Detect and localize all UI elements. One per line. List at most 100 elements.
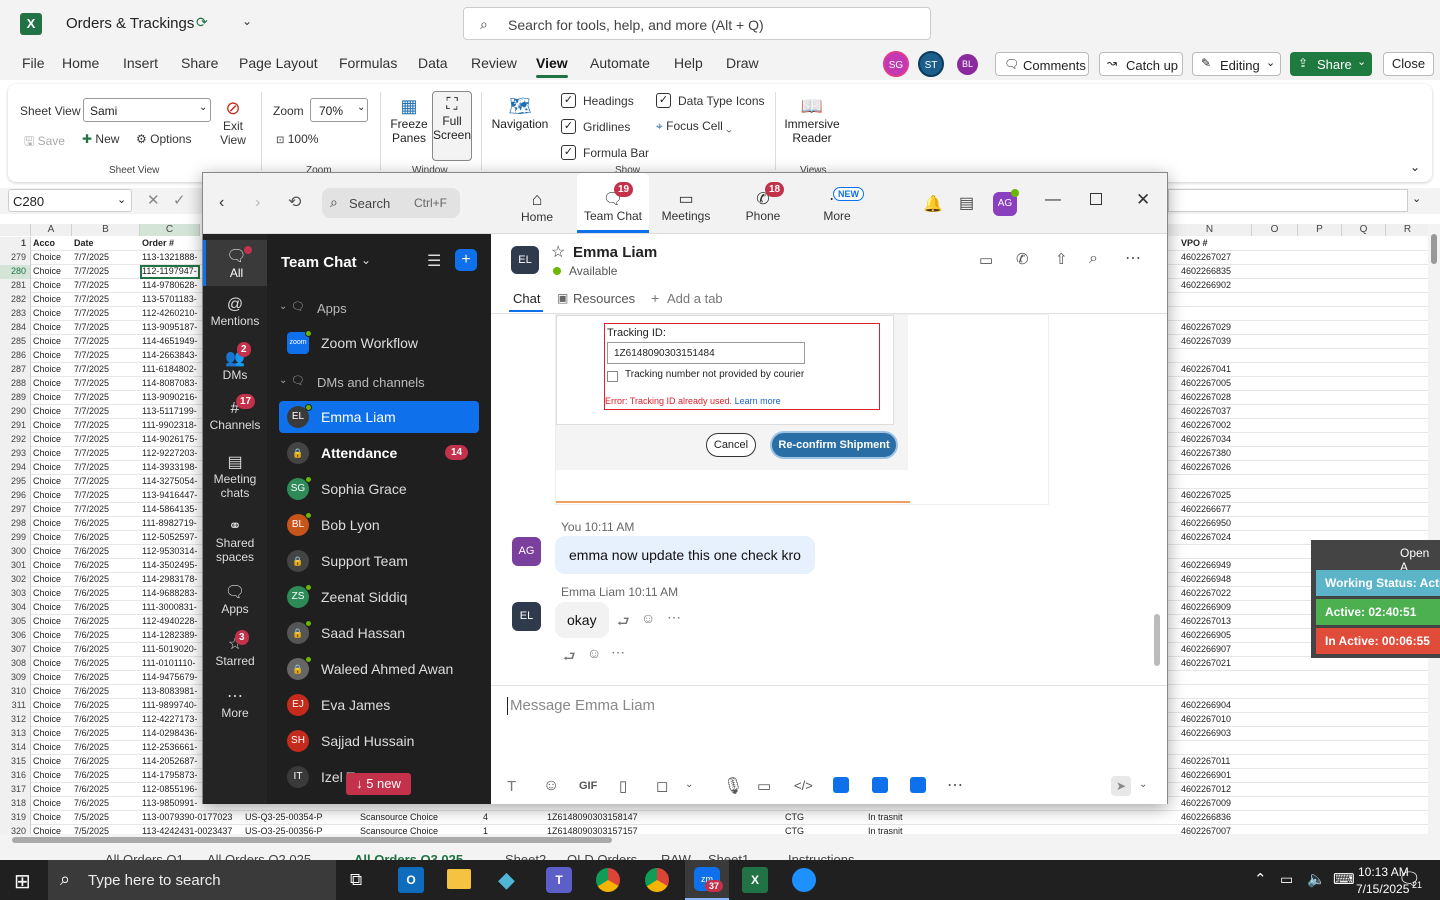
- row-number[interactable]: 292: [0, 433, 31, 447]
- table-cell[interactable]: 114-2663843-: [142, 349, 200, 362]
- table-cell[interactable]: 4602267002: [1181, 419, 1231, 432]
- table-cell[interactable]: Choice: [33, 335, 61, 348]
- table-cell[interactable]: Choice: [33, 293, 61, 306]
- table-cell[interactable]: Choice: [33, 755, 61, 768]
- row-number[interactable]: 291: [0, 419, 31, 433]
- row-number[interactable]: 284: [0, 321, 31, 335]
- gridlines-checkbox[interactable]: ✓: [561, 119, 576, 134]
- vertical-scrollbar[interactable]: [1428, 224, 1440, 836]
- formula-bar-checkbox[interactable]: ✓: [561, 145, 576, 160]
- table-cell[interactable]: 4602267039: [1181, 335, 1231, 348]
- table-cell[interactable]: Choice: [33, 587, 61, 600]
- table-cell[interactable]: 4602266950: [1181, 517, 1231, 530]
- table-cell[interactable]: 111-6184802-: [142, 363, 200, 376]
- contact-item[interactable]: SH Sajjad Hussain: [279, 725, 479, 757]
- rail-item-meeting-chats[interactable]: ▤ Meeting chats: [203, 452, 267, 504]
- table-cell[interactable]: 7/7/2025: [74, 349, 109, 362]
- table-cell[interactable]: 7/6/2025: [74, 783, 109, 796]
- table-cell[interactable]: Choice: [33, 685, 61, 698]
- table-cell[interactable]: 7/6/2025: [74, 601, 109, 614]
- freeze-panes-button[interactable]: ▦ Freeze Panes: [388, 96, 430, 160]
- menu-insert[interactable]: Insert: [123, 55, 158, 71]
- table-cell[interactable]: 111-3000831-: [142, 601, 200, 614]
- table-cell[interactable]: Choice: [33, 811, 61, 824]
- comments-button[interactable]: 🗨 Comments: [995, 52, 1089, 76]
- contact-item[interactable]: EJ Eva James: [279, 689, 479, 721]
- headings-checkbox[interactable]: ✓: [561, 93, 576, 108]
- table-cell[interactable]: Choice: [33, 573, 61, 586]
- table-cell[interactable]: 4602267009: [1181, 797, 1231, 810]
- table-cell[interactable]: 7/6/2025: [74, 573, 109, 586]
- table-cell[interactable]: Choice: [33, 433, 61, 446]
- table-cell[interactable]: 7/6/2025: [74, 769, 109, 782]
- table-cell[interactable]: 4602266903: [1181, 727, 1231, 740]
- sheet-tab[interactable]: RAW: [661, 852, 691, 860]
- table-cell[interactable]: 114-9026175-: [142, 433, 200, 446]
- keyboard-icon[interactable]: ⌨: [1333, 870, 1355, 888]
- table-cell[interactable]: 7/7/2025: [74, 419, 109, 432]
- table-cell[interactable]: 7/7/2025: [74, 433, 109, 446]
- network-icon[interactable]: ▭: [1280, 871, 1293, 888]
- tab-meetings[interactable]: ▭ Meetings: [659, 173, 713, 233]
- navigation-button[interactable]: 🗺 Navigation: [488, 96, 552, 146]
- sheet-tab-active[interactable]: All Orders Q3 025: [354, 852, 463, 860]
- table-cell[interactable]: 4602267021: [1181, 657, 1231, 670]
- table-cell[interactable]: 4602266949: [1181, 559, 1231, 572]
- more-options-icon[interactable]: ⋯: [947, 775, 963, 795]
- table-cell[interactable]: Choice: [33, 601, 61, 614]
- add-tab-button[interactable]: Add a tab: [667, 291, 723, 306]
- table-cell[interactable]: 114-2983178-: [142, 573, 200, 586]
- exit-view-button[interactable]: ⊘ Exit View: [215, 98, 251, 160]
- sheet-tab[interactable]: Sheet2: [505, 852, 546, 860]
- table-cell[interactable]: 7/7/2025: [74, 391, 109, 404]
- table-cell[interactable]: 4602267025: [1181, 489, 1231, 502]
- share-screen-icon[interactable]: ⇧: [1055, 250, 1068, 268]
- contact-item[interactable]: SG Sophia Grace: [279, 473, 479, 505]
- table-cell[interactable]: 113-1321888-: [142, 251, 200, 264]
- search-icon[interactable]: ⌕: [1089, 250, 1098, 268]
- contact-item[interactable]: 🔒 Saad Hassan: [279, 617, 479, 649]
- save-view-button[interactable]: 🖫 Save: [24, 132, 65, 153]
- table-cell[interactable]: 7/6/2025: [74, 517, 109, 530]
- table-cell[interactable]: Choice: [33, 531, 61, 544]
- table-cell[interactable]: 7/6/2025: [74, 657, 109, 670]
- chat-scrollbar-thumb[interactable]: [1154, 614, 1160, 666]
- row-number[interactable]: 315: [0, 755, 31, 769]
- menu-automate[interactable]: Automate: [590, 55, 650, 71]
- rail-item-channels[interactable]: # Channels 17: [203, 394, 267, 444]
- table-cell[interactable]: Choice: [33, 321, 61, 334]
- table-cell[interactable]: 7/7/2025: [74, 265, 109, 278]
- table-cell[interactable]: Choice: [33, 727, 61, 740]
- table-cell[interactable]: Choice: [33, 741, 61, 754]
- catch-up-button[interactable]: ↝ Catch up: [1099, 52, 1183, 76]
- table-cell[interactable]: 7/7/2025: [74, 363, 109, 376]
- table-cell[interactable]: Choice: [33, 461, 61, 474]
- row-number[interactable]: 309: [0, 671, 31, 685]
- star-icon[interactable]: ☆: [551, 242, 565, 262]
- column-header[interactable]: Q: [1342, 224, 1386, 236]
- row-number[interactable]: 299: [0, 531, 31, 545]
- menu-home[interactable]: Home: [62, 55, 99, 71]
- rail-item-dms[interactable]: 👥 DMs 2: [203, 342, 267, 392]
- table-cell[interactable]: 4602266907: [1181, 643, 1231, 656]
- message-bubble[interactable]: okay: [555, 602, 609, 638]
- file-icon[interactable]: ▯: [619, 777, 627, 795]
- section-dms[interactable]: DMs and channels: [317, 375, 425, 390]
- immersive-reader-button[interactable]: 📖 Immersive Reader: [782, 96, 842, 160]
- avatar[interactable]: ST: [918, 51, 944, 77]
- table-cell[interactable]: 7/7/2025: [74, 447, 109, 460]
- app-blue-icon[interactable]: [792, 868, 816, 892]
- message-bubble[interactable]: emma now update this one check kro: [555, 536, 815, 574]
- table-cell[interactable]: 7/6/2025: [74, 713, 109, 726]
- table-cell[interactable]: 7/7/2025: [74, 405, 109, 418]
- table-cell[interactable]: 4: [483, 811, 488, 824]
- row-number[interactable]: 280: [0, 265, 31, 279]
- table-cell[interactable]: 114-8087083-: [142, 377, 200, 390]
- row-number[interactable]: 308: [0, 657, 31, 671]
- table-cell[interactable]: 1Z6148090303158147: [547, 811, 638, 824]
- table-cell[interactable]: 112-9227203-: [142, 447, 200, 460]
- chat-tab-chat[interactable]: Chat: [513, 291, 540, 306]
- video-call-icon[interactable]: ▭: [979, 251, 993, 269]
- row-number[interactable]: 289: [0, 391, 31, 405]
- emoji-reaction-icon[interactable]: ☺: [641, 610, 655, 626]
